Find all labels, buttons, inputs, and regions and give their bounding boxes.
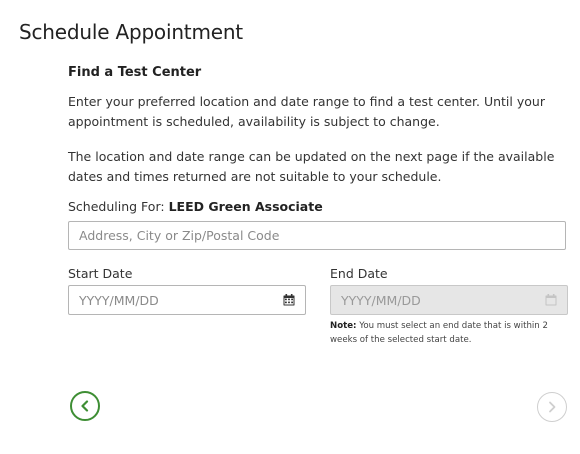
page-title: Schedule Appointment xyxy=(19,20,243,44)
intro-text: Enter your preferred location and date r… xyxy=(68,94,545,129)
end-date-field[interactable] xyxy=(330,285,568,315)
start-date-label: Start Date xyxy=(68,266,133,281)
note-prefix: Note: xyxy=(330,321,357,331)
calendar-icon[interactable] xyxy=(283,294,295,306)
note-text: You must select an end date that is with… xyxy=(330,321,548,345)
end-date-input[interactable] xyxy=(331,286,531,314)
start-date-field[interactable] xyxy=(68,285,306,315)
address-input[interactable] xyxy=(68,221,566,250)
end-date-note: Note: You must select an end date that i… xyxy=(330,319,570,347)
scheduling-for-label: Scheduling For: xyxy=(68,199,165,214)
calendar-icon xyxy=(545,294,557,306)
end-date-label: End Date xyxy=(330,266,388,281)
exam-name: LEED Green Associate xyxy=(168,199,323,214)
chevron-left-icon xyxy=(81,400,89,412)
section-title: Find a Test Center xyxy=(68,65,202,80)
back-button[interactable] xyxy=(70,391,100,421)
update-note-text: The location and date range can be updat… xyxy=(68,149,555,184)
scheduling-for: Scheduling For: LEED Green Associate xyxy=(68,199,323,214)
start-date-input[interactable] xyxy=(69,286,269,314)
chevron-right-icon xyxy=(549,401,556,413)
next-button[interactable] xyxy=(537,392,567,422)
